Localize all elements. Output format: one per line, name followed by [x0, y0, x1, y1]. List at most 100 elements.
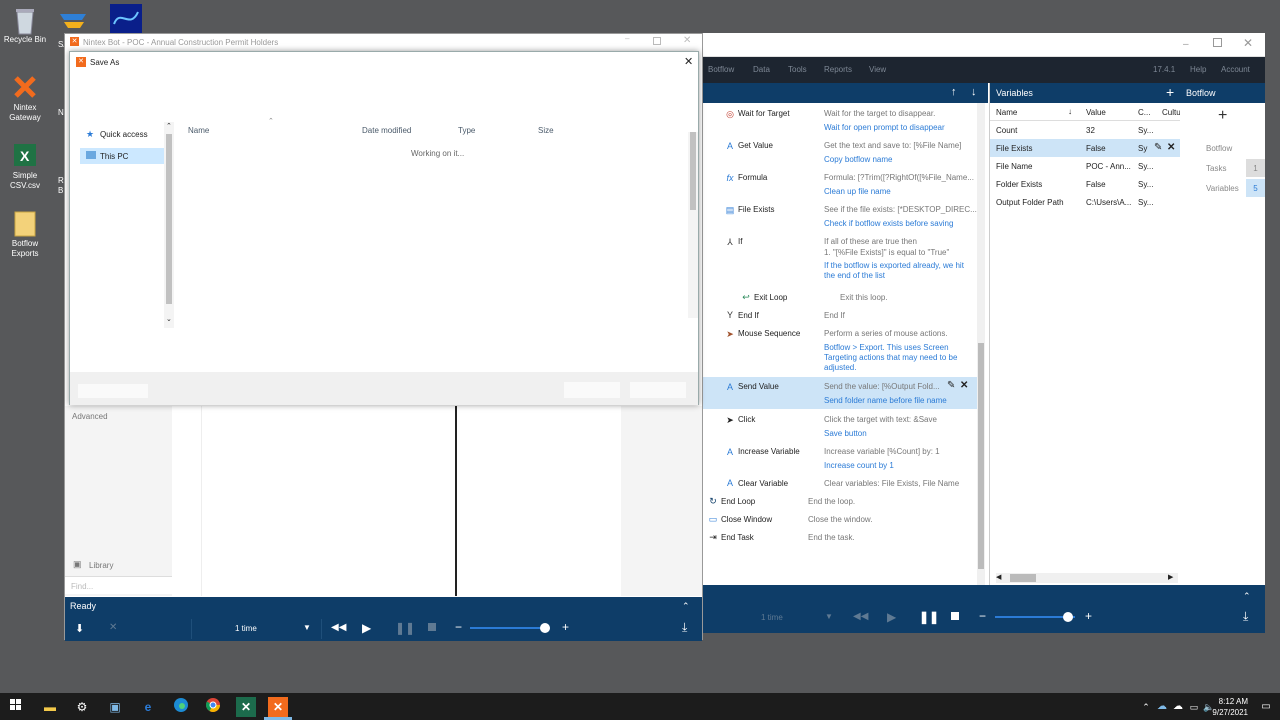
stop-icon[interactable]	[428, 623, 436, 631]
stop-icon[interactable]	[951, 612, 959, 620]
export-icon[interactable]: ⤓	[682, 620, 687, 635]
collapse-icon[interactable]: ⌃	[682, 601, 690, 612]
variables-hscrollbar-thumb[interactable]	[1010, 574, 1036, 582]
menu-account[interactable]: Account	[1221, 65, 1250, 74]
step-end-task[interactable]: ⇥ End Task End the task.	[703, 529, 979, 547]
menu-data[interactable]: Data	[753, 65, 770, 74]
steps-scrollbar[interactable]	[977, 103, 985, 585]
col-size[interactable]: Size	[538, 126, 554, 135]
close-icon[interactable]: ✕	[684, 55, 693, 68]
scroll-right-icon[interactable]: ▶	[1168, 573, 1173, 581]
step-file-exists[interactable]: ▤ File Exists See if the file exists: [*…	[703, 201, 979, 231]
cancel-button[interactable]	[630, 382, 686, 398]
steps-scrollbar-thumb[interactable]	[978, 343, 984, 569]
collapse-icon[interactable]: ⌃	[1243, 591, 1251, 602]
step-if[interactable]: ⅄ If If all of these are true then 1. "[…	[703, 233, 979, 287]
step-end-loop[interactable]: ↻ End Loop End the loop.	[703, 493, 979, 511]
zoom-in-icon[interactable]: +	[562, 620, 569, 634]
windows-start-icon[interactable]	[6, 697, 26, 717]
save-button[interactable]	[564, 382, 620, 398]
menu-botflow[interactable]: Botflow	[708, 65, 734, 74]
scroll-up-icon[interactable]: ⌃	[166, 122, 172, 130]
botflow-panel-item-variables[interactable]: Variables 5	[1180, 179, 1265, 197]
step-click[interactable]: ➤ Click Click the target with text: &Sav…	[703, 411, 979, 441]
col-c[interactable]: C...	[1138, 108, 1150, 117]
desktop-icon-partial[interactable]	[110, 4, 142, 34]
speed-slider-thumb[interactable]	[540, 623, 550, 633]
step-get-value[interactable]: A Get Value Get the text and save to: [%…	[703, 137, 979, 167]
step-clear-variable[interactable]: A Clear Variable Clear variables: File E…	[703, 475, 979, 493]
botflow-panel-item[interactable]: Botflow	[1180, 139, 1265, 157]
find-input[interactable]: Find...	[65, 576, 172, 594]
variable-row-selected[interactable]: File Exists False Sy ✎ ✕	[990, 139, 1180, 157]
rewind-icon[interactable]: ◀◀	[331, 622, 346, 633]
col-name[interactable]: Name	[188, 126, 209, 135]
settings-gear-icon[interactable]: ⚙	[72, 697, 92, 717]
zoom-out-icon[interactable]: −	[979, 609, 986, 623]
play-icon[interactable]: ▶	[887, 610, 896, 624]
close-icon[interactable]: ✕	[683, 35, 691, 46]
run-count[interactable]: 1 time	[235, 624, 257, 633]
step-increase-variable[interactable]: A Increase Variable Increase variable [%…	[703, 443, 979, 473]
download-icon[interactable]: ⬇	[75, 622, 84, 635]
col-date-modified[interactable]: Date modified	[362, 126, 411, 135]
pause-icon[interactable]: ❚❚	[919, 610, 939, 624]
step-wait-for-target[interactable]: ◎ Wait for Target Wait for the target to…	[703, 105, 979, 135]
run-count-dropdown-icon[interactable]: ▼	[303, 623, 311, 632]
desktop-icon-recycle-bin[interactable]: Recycle Bin	[0, 6, 50, 45]
speed-slider[interactable]	[470, 623, 550, 633]
variable-row[interactable]: Output Folder Path C:\Users\A... Sy...	[990, 193, 1180, 211]
hide-folders-button[interactable]	[78, 384, 148, 398]
botflow-panel-item-tasks[interactable]: Tasks 1	[1180, 159, 1265, 177]
chrome-browser-icon[interactable]	[203, 697, 223, 717]
step-send-value[interactable]: A Send Value Send the value: [%Output Fo…	[703, 377, 979, 409]
nav-scrollbar[interactable]: ⌃ ⌄	[164, 122, 174, 328]
notification-icon[interactable]: ▭	[1256, 697, 1276, 717]
desktop-icon-botflow-exports[interactable]: Botflow Exports	[0, 210, 50, 259]
close-icon[interactable]: ✕	[1243, 36, 1253, 50]
library-label[interactable]: Library	[89, 561, 113, 570]
scroll-down-icon[interactable]: ⌄	[166, 315, 172, 323]
close-icon[interactable]: ✕	[109, 622, 117, 633]
col-value[interactable]: Value	[1086, 108, 1106, 117]
variable-row[interactable]: Folder Exists False Sy...	[990, 175, 1180, 193]
nav-this-pc[interactable]: This PC	[80, 148, 165, 164]
step-close-window[interactable]: ▭ Close Window Close the window.	[703, 511, 979, 529]
nintex-bot-taskbar-icon[interactable]: ✕	[268, 697, 288, 717]
nintex-gateway-taskbar-icon[interactable]: ✕	[236, 697, 256, 717]
nav-scrollbar-thumb[interactable]	[166, 134, 172, 304]
edge-browser-icon[interactable]	[171, 697, 191, 717]
maximize-icon[interactable]	[1213, 38, 1222, 47]
step-mouse-sequence[interactable]: ➤ Mouse Sequence Perform a series of mou…	[703, 325, 979, 377]
minimize-icon[interactable]: –	[625, 34, 629, 43]
menu-view[interactable]: View	[869, 65, 886, 74]
pause-icon[interactable]: ❚❚	[395, 621, 415, 635]
sort-icon[interactable]: ↓	[1068, 107, 1072, 116]
file-list-scrollbar[interactable]	[688, 132, 698, 318]
app-window-icon[interactable]: ▣	[105, 697, 125, 717]
add-variable-icon[interactable]: +	[1166, 84, 1174, 100]
ie-browser-icon[interactable]: e	[138, 697, 158, 717]
menu-reports[interactable]: Reports	[824, 65, 852, 74]
run-count-dropdown-icon[interactable]: ▼	[825, 612, 833, 621]
step-end-if[interactable]: Y End If End If	[703, 307, 979, 325]
menu-help[interactable]: Help	[1190, 65, 1206, 74]
col-name[interactable]: Name	[996, 108, 1017, 117]
desktop-icon-partial[interactable]	[58, 10, 88, 32]
desktop-icon-nintex-gateway[interactable]: Nintex Gateway	[0, 74, 50, 123]
speed-slider[interactable]	[995, 612, 1075, 622]
zoom-out-icon[interactable]: −	[455, 620, 462, 634]
step-exit-loop[interactable]: ↩ Exit Loop Exit this loop.	[703, 289, 979, 307]
edit-pencil-icon[interactable]: ✎	[1154, 142, 1162, 153]
rewind-icon[interactable]: ◀◀	[853, 611, 868, 622]
col-type[interactable]: Type	[458, 126, 475, 135]
menu-tools[interactable]: Tools	[788, 65, 807, 74]
nav-quick-access[interactable]: ★ Quick access	[80, 126, 165, 142]
delete-variable-icon[interactable]: ✕	[1167, 142, 1175, 153]
clock[interactable]: 8:12 AM 9/27/2021	[1200, 696, 1248, 718]
play-icon[interactable]: ▶	[362, 621, 371, 635]
file-explorer-icon[interactable]: ▬	[40, 697, 60, 717]
minimize-icon[interactable]: –	[1183, 39, 1193, 50]
speed-slider-thumb[interactable]	[1063, 612, 1073, 622]
variable-row[interactable]: File Name POC - Ann... Sy...	[990, 157, 1180, 175]
